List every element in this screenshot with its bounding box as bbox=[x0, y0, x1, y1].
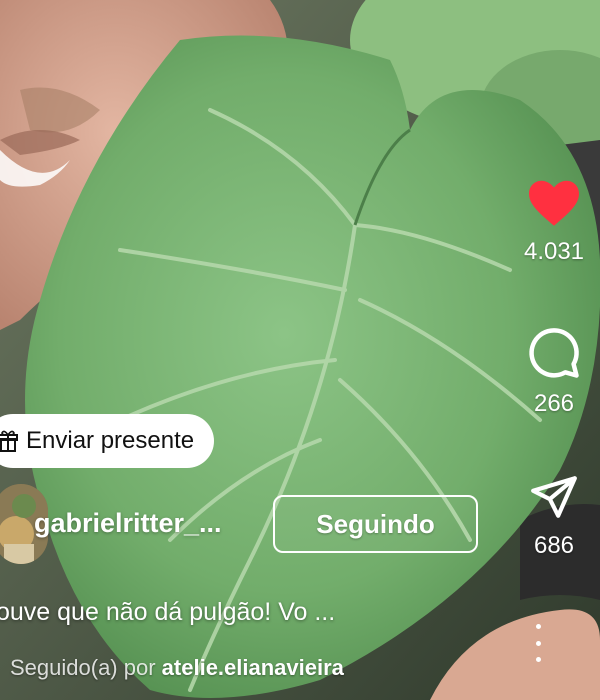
send-gift-button[interactable]: Enviar presente bbox=[0, 414, 215, 468]
paper-plane-icon bbox=[531, 476, 577, 518]
more-vertical-icon bbox=[535, 624, 541, 629]
video-frame[interactable] bbox=[0, 0, 600, 700]
more-options-button[interactable] bbox=[524, 624, 552, 662]
share-button[interactable]: 686 bbox=[524, 472, 584, 560]
heart-filled-icon bbox=[529, 180, 579, 226]
gift-icon bbox=[0, 430, 18, 452]
comment-count: 266 bbox=[533, 390, 575, 417]
following-button[interactable]: Seguindo bbox=[273, 495, 478, 553]
like-count: 4.031 bbox=[523, 238, 585, 265]
followed-by-prefix: Seguido(a) por bbox=[10, 655, 156, 680]
share-count: 686 bbox=[533, 532, 575, 559]
post-caption[interactable]: ouve que não dá pulgão! Vo ... bbox=[0, 598, 335, 627]
comment-bubble-icon bbox=[529, 328, 579, 378]
comment-button[interactable]: 266 bbox=[524, 326, 584, 418]
followed-by-name[interactable]: atelie.elianavieira bbox=[162, 655, 344, 680]
like-button[interactable]: 4.031 bbox=[524, 178, 584, 266]
send-gift-label: Enviar presente bbox=[26, 427, 195, 454]
followed-by-text[interactable]: Seguido(a) por atelie.elianavieira bbox=[10, 655, 344, 681]
author-username[interactable]: gabrielritter_... bbox=[34, 508, 222, 539]
